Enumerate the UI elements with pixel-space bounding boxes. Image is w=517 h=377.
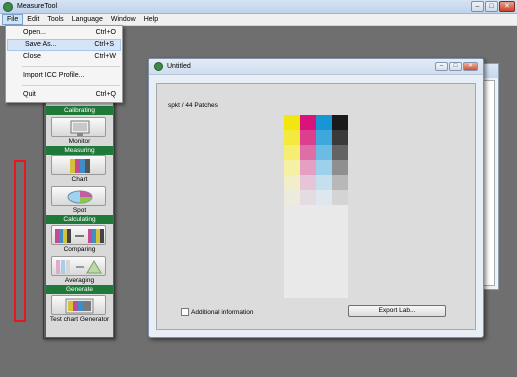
- paper-white-area: [284, 205, 348, 298]
- app-logo-icon: [3, 1, 13, 12]
- color-patch: [284, 145, 300, 160]
- menu-item-save-as[interactable]: Save As... Ctrl+S: [7, 39, 121, 51]
- comparing-icon: [55, 229, 104, 243]
- patch-grid: [284, 115, 349, 298]
- chart-button[interactable]: [51, 155, 106, 175]
- menu-window[interactable]: Window: [107, 14, 140, 25]
- close-button[interactable]: ✕: [499, 1, 515, 12]
- color-patch: [300, 115, 316, 130]
- color-patch: [316, 190, 332, 205]
- color-patch: [332, 115, 348, 130]
- document-close-button[interactable]: ✕: [463, 62, 478, 71]
- color-patch: [316, 175, 332, 190]
- color-patch: [284, 190, 300, 205]
- color-patch: [300, 130, 316, 145]
- palette-section-calculating: Calculating: [46, 215, 113, 224]
- averaging-label: Averaging: [46, 277, 113, 285]
- app-title: MeasureTool: [17, 3, 58, 10]
- palette-section-generate: Generate: [46, 285, 113, 294]
- menu-tools[interactable]: Tools: [43, 14, 67, 25]
- document-title: Untitled: [167, 63, 191, 70]
- color-patch: [316, 160, 332, 175]
- minimize-button[interactable]: –: [471, 1, 484, 12]
- comparing-label: Comparing: [46, 246, 113, 254]
- menu-separator: [22, 85, 120, 86]
- color-patch: [284, 160, 300, 175]
- additional-information-label: Additional information: [191, 308, 254, 316]
- document-title-bar: Untitled – □ ✕: [149, 59, 483, 75]
- palette-section-measuring: Measuring: [46, 146, 113, 155]
- chart-label: Chart: [46, 176, 113, 184]
- menu-item-open[interactable]: Open... Ctrl+O: [6, 27, 122, 39]
- color-patch: [332, 145, 348, 160]
- patch-count-label: spkt / 44 Patches: [168, 102, 218, 109]
- document-maximize-button[interactable]: □: [449, 62, 462, 71]
- averaging-icon: [56, 260, 102, 274]
- palette-section-calibrating: Calibrating: [46, 106, 113, 115]
- menu-separator: [22, 66, 120, 67]
- monitor-button[interactable]: [51, 117, 106, 137]
- color-patch: [332, 160, 348, 175]
- menu-language[interactable]: Language: [68, 14, 107, 25]
- spot-label: Spot: [46, 207, 113, 215]
- spot-icon: [67, 190, 93, 204]
- menu-file[interactable]: File: [2, 14, 24, 25]
- averaging-button[interactable]: [51, 256, 106, 276]
- test-chart-generator-button[interactable]: [51, 295, 106, 315]
- color-patch: [284, 115, 300, 130]
- menu-item-save-as-label: Save As...: [25, 41, 57, 48]
- menu-item-close-shortcut: Ctrl+W: [94, 53, 116, 60]
- export-lab-button[interactable]: Export Lab...: [348, 305, 446, 317]
- test-chart-icon: [65, 298, 94, 314]
- document-window: Untitled – □ ✕ spkt / 44 Patches Additio…: [148, 58, 484, 338]
- checkbox-box[interactable]: [181, 308, 189, 316]
- app-title-bar: MeasureTool – □ ✕: [0, 0, 517, 14]
- menu-item-close[interactable]: Close Ctrl+W: [6, 51, 122, 63]
- menu-item-import-icc-profile-label: Import ICC Profile...: [23, 72, 85, 79]
- spot-button[interactable]: [51, 186, 106, 206]
- color-patch: [300, 160, 316, 175]
- color-patch: [300, 145, 316, 160]
- maximize-button[interactable]: □: [485, 1, 498, 12]
- color-patch: [284, 175, 300, 190]
- window-controls: – □ ✕: [471, 1, 515, 12]
- additional-information-checkbox[interactable]: Additional information: [181, 308, 254, 316]
- test-chart-generator-label: Test chart Generator: [46, 316, 113, 324]
- menu-item-open-shortcut: Ctrl+O: [95, 29, 116, 36]
- color-patch: [300, 190, 316, 205]
- menu-item-import-icc-profile[interactable]: Import ICC Profile...: [6, 70, 122, 82]
- tool-palette: Device/Port Calibrating Monitor Measurin…: [43, 93, 115, 339]
- monitor-label: Monitor: [46, 138, 113, 146]
- menu-item-quit[interactable]: Quit Ctrl+Q: [6, 89, 122, 101]
- color-patch: [316, 115, 332, 130]
- menu-edit[interactable]: Edit: [23, 14, 43, 25]
- chart-icon: [70, 159, 90, 173]
- menu-item-quit-shortcut: Ctrl+Q: [95, 91, 116, 98]
- color-patch: [332, 190, 348, 205]
- menu-item-save-as-shortcut: Ctrl+S: [94, 41, 114, 48]
- menu-item-close-label: Close: [23, 53, 41, 60]
- color-patch: [284, 130, 300, 145]
- menu-item-quit-label: Quit: [23, 91, 36, 98]
- document-content: spkt / 44 Patches Additional information…: [156, 83, 476, 330]
- document-window-controls: – □ ✕: [435, 62, 478, 71]
- document-minimize-button[interactable]: –: [435, 62, 448, 71]
- color-patch: [316, 130, 332, 145]
- color-patch: [316, 145, 332, 160]
- file-dropdown-menu: Open... Ctrl+O Save As... Ctrl+S Close C…: [5, 25, 123, 103]
- comparing-button[interactable]: [51, 225, 106, 245]
- menu-help[interactable]: Help: [140, 14, 162, 25]
- color-patch: [332, 130, 348, 145]
- monitor-icon: [70, 120, 90, 136]
- color-patch: [300, 175, 316, 190]
- document-logo-icon: [154, 62, 163, 71]
- color-patch: [332, 175, 348, 190]
- highlight-rectangle: [14, 160, 26, 322]
- menu-item-open-label: Open...: [23, 29, 46, 36]
